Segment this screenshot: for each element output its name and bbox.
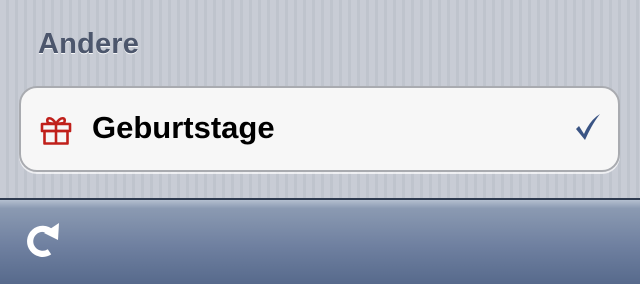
bottom-toolbar (0, 198, 640, 284)
gift-icon (40, 116, 72, 145)
calendar-list: Andere Geburtstage (0, 0, 640, 198)
section-header-andere: Andere (38, 28, 140, 60)
calendar-list-screen: Andere Geburtstage (0, 0, 640, 284)
list-item-geburtstage[interactable]: Geburtstage (21, 88, 618, 170)
calendar-label: Geburtstage (92, 110, 275, 145)
calendar-group: Geburtstage (19, 86, 620, 172)
checkmark-icon (576, 114, 600, 140)
refresh-icon (27, 223, 59, 257)
refresh-button[interactable] (18, 218, 66, 266)
